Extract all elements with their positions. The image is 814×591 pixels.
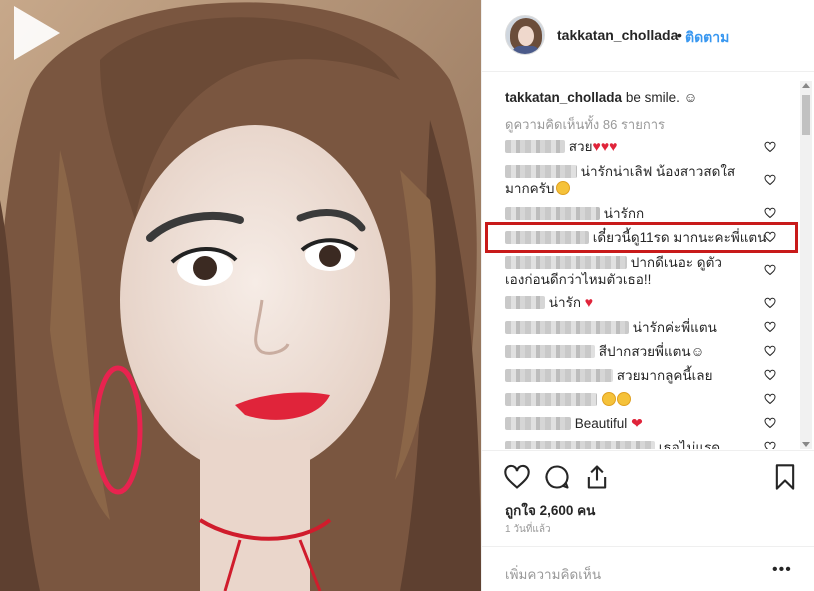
heart-small-icon[interactable] [764,441,776,449]
blurred-username [505,441,655,449]
post-time: 1 วันที่แล้ว [505,524,551,535]
list-item [505,391,775,408]
caption-username[interactable]: takkatan_chollada [505,90,622,105]
blurred-username [505,256,627,269]
scroll-up-icon[interactable] [802,83,810,88]
heart-small-icon[interactable] [764,417,776,429]
hug-emoji-icon [616,392,631,406]
list-item: น่ารักก [505,205,775,222]
list-item: สีปากสวยพี่แตน☺ [505,343,775,360]
comment-text: เธอไม่แรด [658,440,721,449]
comment-text: น่ารักก [603,206,645,221]
comment-text: สวยมากลูคนี้เลย [616,368,713,383]
comment-text: สีปากสวยพี่แตน☺ [598,344,705,359]
video-thumbnail [0,0,481,591]
heart-small-icon[interactable] [764,369,776,381]
list-item: เธอไม่แรด [505,439,775,449]
heart-small-icon[interactable] [764,264,776,276]
heart-small-icon[interactable] [764,321,776,333]
header-username[interactable]: takkatan_chollada [557,27,678,43]
hug-emoji-icon [555,181,570,195]
comment-text: Beautiful [574,416,628,431]
heart-small-icon[interactable] [764,393,776,405]
follow-button[interactable]: ติดตาม [685,27,729,49]
post-panel: takkatan_chollada • ติดตาม takkatan_chol… [481,0,814,591]
heart-emoji-icon: ♥ [584,294,594,310]
heart-emoji-icon: ♥♥♥ [592,138,618,154]
heart-small-icon[interactable] [764,207,776,219]
header-dot: • [677,27,682,43]
share-icon[interactable] [583,463,611,491]
post-video[interactable] [0,0,481,591]
comment-text: น่ารักน่าเลิฟ น้องสาวสดใส [580,164,736,179]
scroll-thumb[interactable] [802,95,810,135]
play-icon[interactable] [0,0,66,66]
list-item: น่ารักน่าเลิฟ น้องสาวสดใส มากครับ [505,163,775,197]
post-header: takkatan_chollada • ติดตาม [482,0,814,72]
add-comment-box: เพิ่มความคิดเห็น ••• [482,546,814,591]
likes-count[interactable]: ถูกใจ 2,600 คน [505,499,595,521]
heart-emoji-icon: ❤ [631,415,643,431]
blurred-username [505,345,595,358]
bookmark-icon[interactable] [771,463,799,491]
comment-text: น่ารัก [548,295,581,310]
caption-text: be smile. ☺ [625,90,698,105]
heart-small-icon[interactable] [764,345,776,357]
list-item: สวยมากลูคนี้เลย [505,367,775,384]
blurred-username [505,369,613,382]
hug-emoji-icon [601,392,616,406]
blurred-username [505,165,577,178]
list-item: น่ารัก ♥ [505,294,775,311]
comments-list: takkatan_chollada be smile. ☺ ดูความคิดเ… [482,73,814,449]
heart-icon[interactable] [503,463,531,491]
comment-text-line2: เองก่อนดีกว่าไหมตัวเธอ!! [505,272,652,287]
list-item: Beautiful ❤ [505,415,775,432]
blurred-username [505,296,545,309]
list-item: สวย♥♥♥ [505,138,775,155]
comment-text: น่ารักค่ะพี่แตน [632,320,717,335]
add-comment-input[interactable]: เพิ่มความคิดเห็น [505,563,601,585]
blurred-username [505,140,565,153]
heart-small-icon[interactable] [764,297,776,309]
comment-text: ปากดีเนอะ ดูตัว [630,255,722,270]
more-options-icon[interactable]: ••• [772,561,792,579]
avatar[interactable] [505,15,545,55]
actions-bar: ถูกใจ 2,600 คน 1 วันที่แล้ว เพิ่มความคิด… [482,450,814,591]
comment-icon[interactable] [543,463,571,491]
heart-small-icon[interactable] [764,231,776,243]
comments-scrollbar[interactable] [800,81,812,449]
scroll-down-icon[interactable] [802,442,810,447]
list-item: น่ารักค่ะพี่แตน [505,319,775,336]
comment-text-line2: มากครับ [505,181,555,196]
blurred-username [505,321,629,334]
blurred-username [505,207,600,220]
view-all-comments[interactable]: ดูความคิดเห็นทั้ง 86 รายการ [505,114,665,135]
list-item: ปากดีเนอะ ดูตัว เองก่อนดีกว่าไหมตัวเธอ!! [505,254,775,288]
comment-text: สวย [568,139,593,154]
heart-small-icon[interactable] [764,174,776,186]
blurred-username [505,417,571,430]
highlight-box [485,222,798,253]
caption: takkatan_chollada be smile. ☺ [505,90,697,105]
blurred-username [505,393,597,406]
heart-small-icon[interactable] [764,141,776,153]
